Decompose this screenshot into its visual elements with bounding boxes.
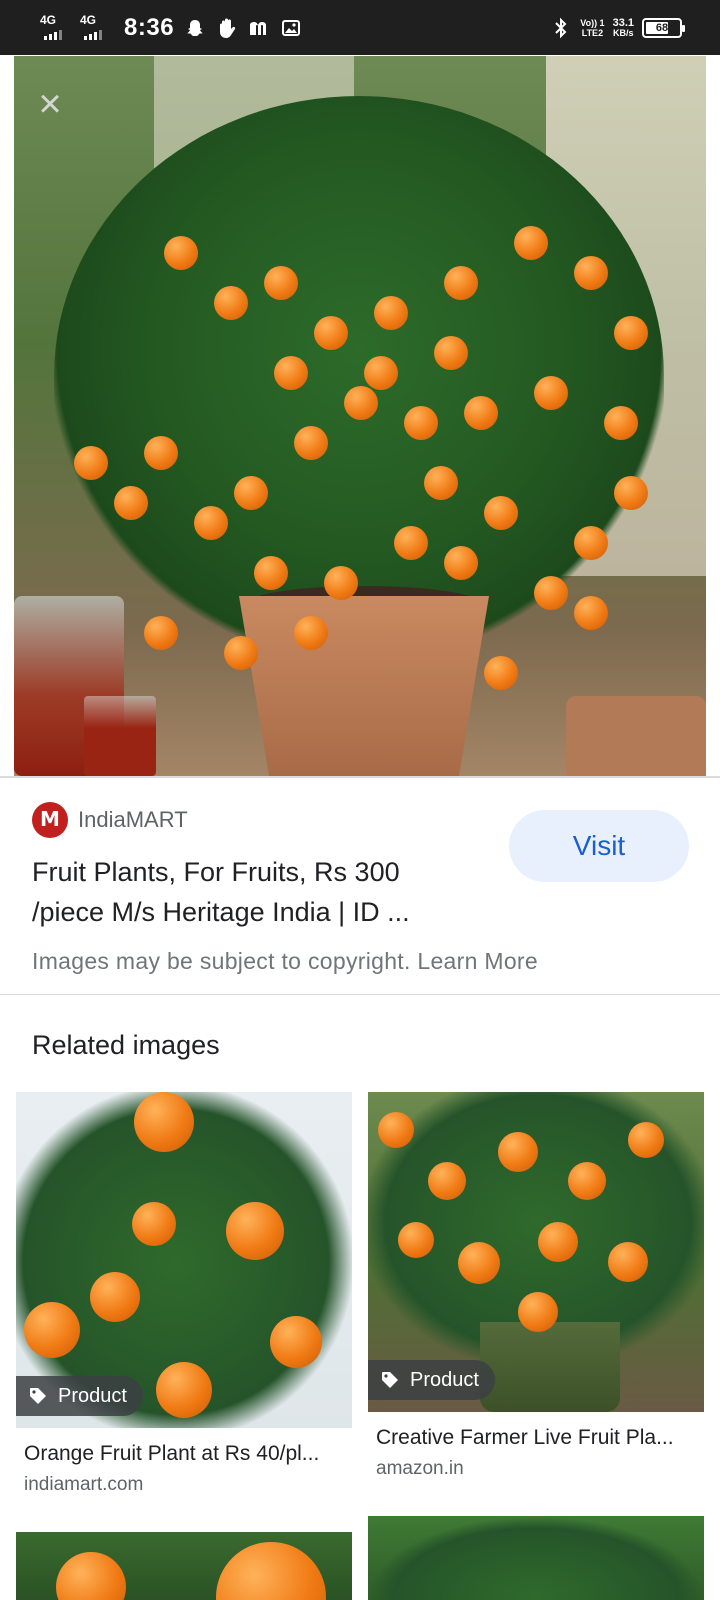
related-source: indiamart.com [24,1474,144,1495]
bluetooth-icon [550,17,572,39]
hand-icon [216,17,238,39]
tag-icon [382,1372,398,1388]
battery-icon: 68 [642,17,685,38]
indiamart-logo-icon [32,802,68,838]
visit-button[interactable]: Visit [509,810,689,882]
gallery-icon [280,17,302,39]
related-thumbnail[interactable] [16,1532,352,1600]
related-thumbnail[interactable] [368,1516,704,1600]
battery-level: 68 [655,21,669,34]
divider [0,776,720,778]
image-title[interactable]: Fruit Plants, For Fruits, Rs 300 /piece … [32,852,472,932]
network-speed: 33.1 KB/s [612,16,634,38]
related-title[interactable]: Creative Farmer Live Fruit Pla... [376,1426,696,1450]
related-source: amazon.in [376,1458,464,1479]
copyright-notice[interactable]: Images may be subject to copyright. Lear… [32,948,538,975]
related-card-2[interactable]: Product Creative Farmer Live Fruit Pla..… [368,1092,704,1492]
related-images-heading: Related images [32,1030,220,1060]
source-row[interactable]: IndiaMART [32,802,188,838]
close-icon[interactable]: × [32,84,68,124]
source-name: IndiaMART [78,807,188,832]
volte-indicator: Vo)) 1 LTE2 [580,17,605,38]
signal-icon: 4G [40,13,70,43]
signal-icon-2: 4G [80,13,110,43]
snapchat-icon [184,17,206,39]
divider [0,994,720,995]
product-badge: Product [16,1376,143,1416]
network-type-2: 4G [80,12,97,27]
main-image[interactable]: × [14,56,706,776]
status-bar: 4G 4G 8:36 Vo)) 1 LTE2 33.1 KB/s 68 [0,0,720,55]
product-badge: Product [368,1360,495,1400]
related-card-1[interactable]: Product Orange Fruit Plant at Rs 40/pl..… [16,1092,352,1502]
m-app-icon [248,17,270,39]
tag-icon [30,1388,46,1404]
related-title[interactable]: Orange Fruit Plant at Rs 40/pl... [24,1442,344,1466]
clock: 8:36 [124,13,175,41]
network-type-1: 4G [40,12,57,27]
